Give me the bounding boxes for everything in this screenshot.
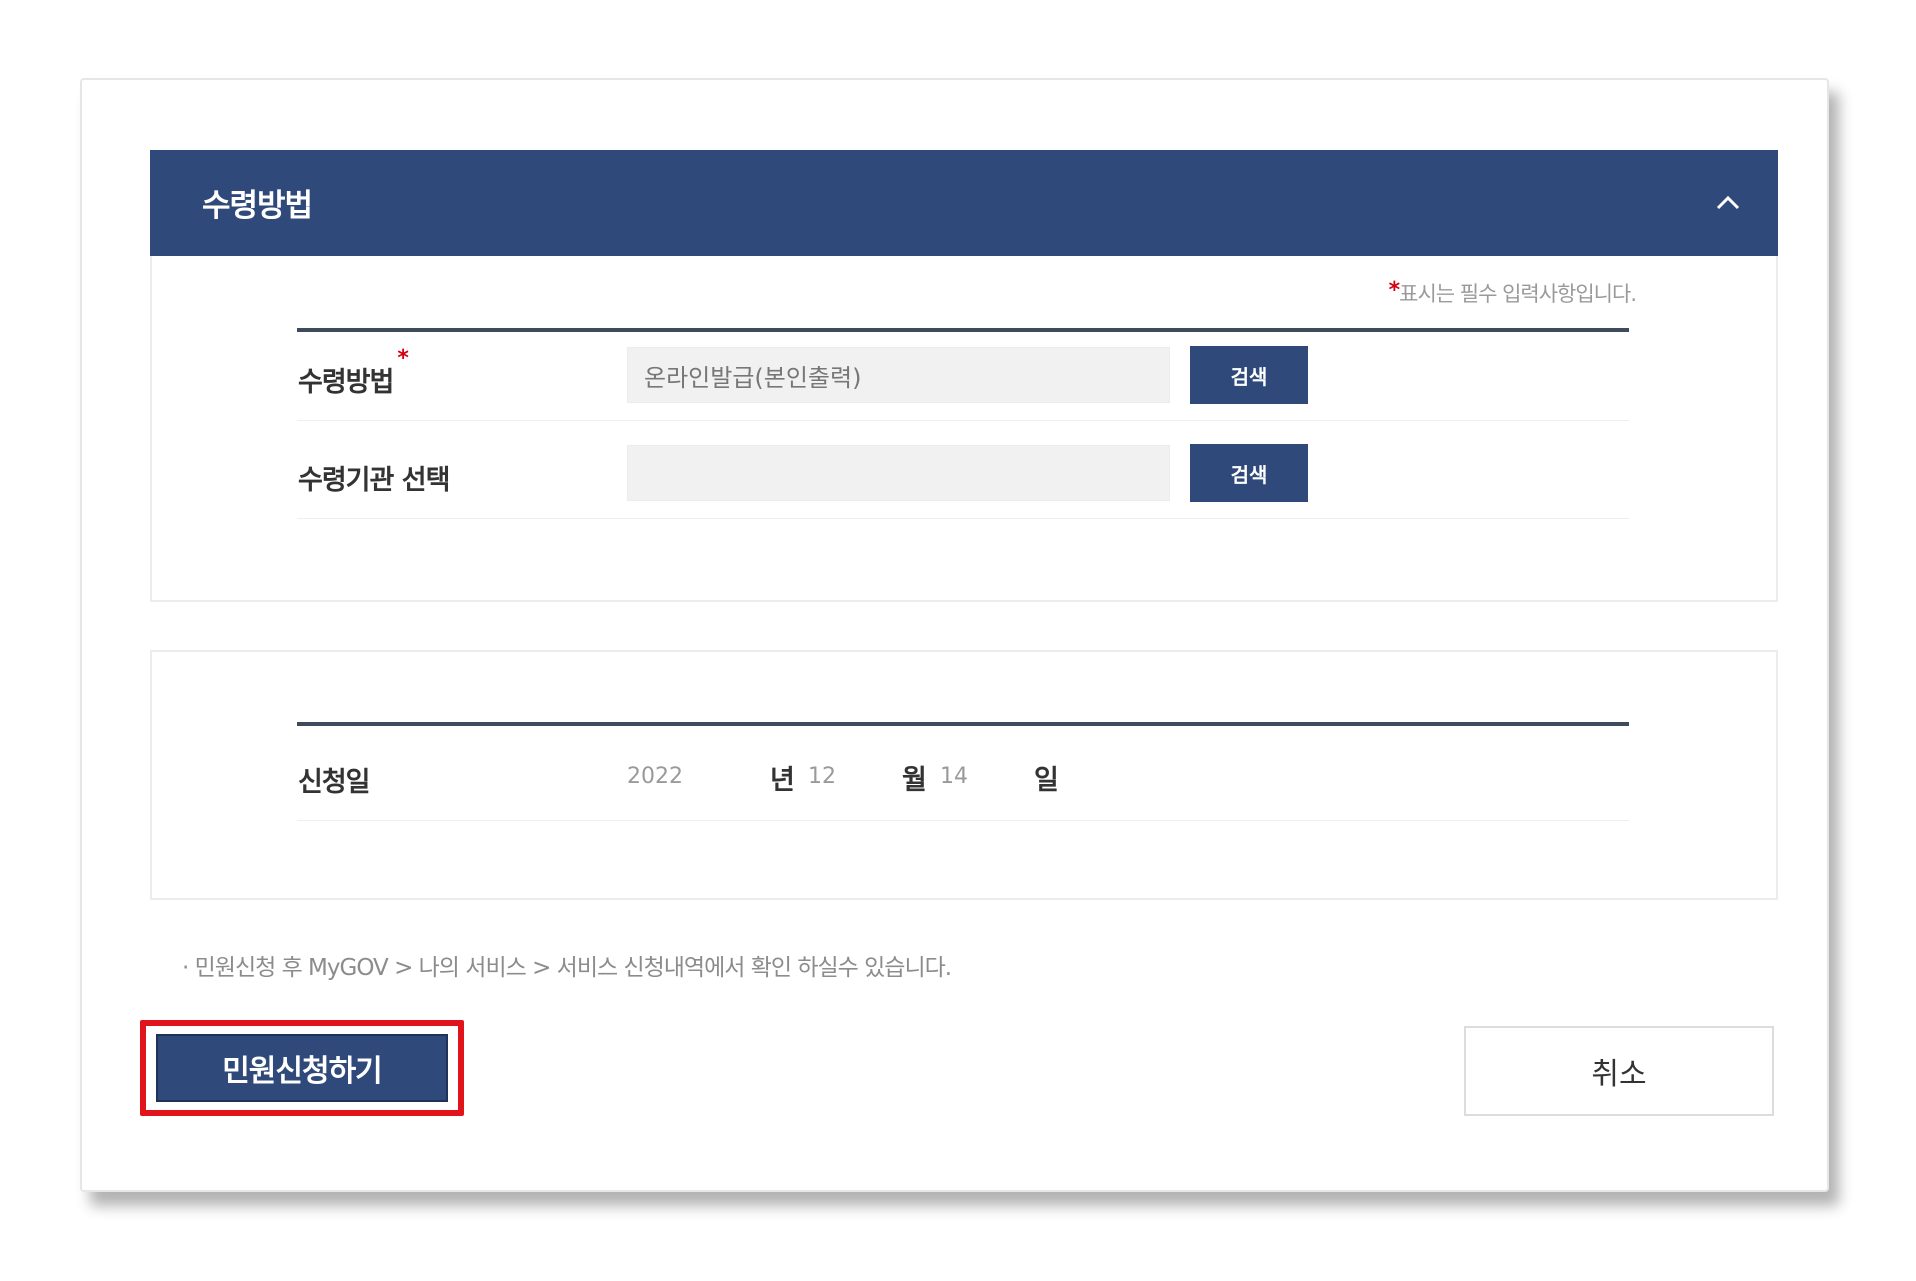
receipt-method-search-button[interactable]: 검색 xyxy=(1190,346,1308,404)
receipt-method-label: 수령방법* xyxy=(298,346,409,399)
table-top-rule xyxy=(297,328,1629,332)
cancel-button[interactable]: 취소 xyxy=(1464,1026,1774,1116)
date-year: 2022 xyxy=(627,764,683,789)
receipt-agency-label: 수령기관 선택 xyxy=(298,465,450,496)
mygov-footnote: · 민원신청 후 MyGOV > 나의 서비스 > 서비스 신청내역에서 확인 … xyxy=(182,955,952,981)
panel-title: 수령방법 xyxy=(202,188,313,224)
application-form-card: 수령방법 *표시는 필수 입력사항입니다. 수령방법* 검색 수령기관 선택 검… xyxy=(80,78,1829,1192)
receipt-method-label-text: 수령방법 xyxy=(298,367,394,398)
required-asterisk: * xyxy=(1388,278,1400,303)
submit-application-button[interactable]: 민원신청하기 xyxy=(156,1034,448,1102)
submit-highlight-box: 민원신청하기 xyxy=(140,1020,464,1116)
table-top-rule xyxy=(297,722,1629,726)
row-divider xyxy=(297,820,1629,821)
required-asterisk: * xyxy=(397,346,408,371)
chevron-up-icon[interactable] xyxy=(1713,190,1743,214)
panel-header[interactable]: 수령방법 xyxy=(150,150,1778,256)
receipt-agency-search-button[interactable]: 검색 xyxy=(1190,444,1308,502)
date-day: 14 xyxy=(940,764,968,789)
receipt-method-panel: 수령방법 *표시는 필수 입력사항입니다. 수령방법* 검색 수령기관 선택 검… xyxy=(150,150,1778,602)
receipt-method-field[interactable] xyxy=(627,347,1170,403)
receipt-agency-field[interactable] xyxy=(627,445,1170,501)
application-date-panel: 신청일 2022 년 12 월 14 일 xyxy=(150,650,1778,900)
date-month-unit: 월 xyxy=(902,765,927,796)
row-divider xyxy=(297,518,1629,519)
date-year-unit: 년 xyxy=(770,765,795,796)
row-divider xyxy=(297,420,1629,421)
required-note-text: 표시는 필수 입력사항입니다. xyxy=(1399,282,1637,306)
required-field-note: *표시는 필수 입력사항입니다. xyxy=(1388,278,1637,308)
date-month: 12 xyxy=(808,764,836,789)
application-date-label: 신청일 xyxy=(298,767,371,798)
date-day-unit: 일 xyxy=(1034,765,1059,796)
